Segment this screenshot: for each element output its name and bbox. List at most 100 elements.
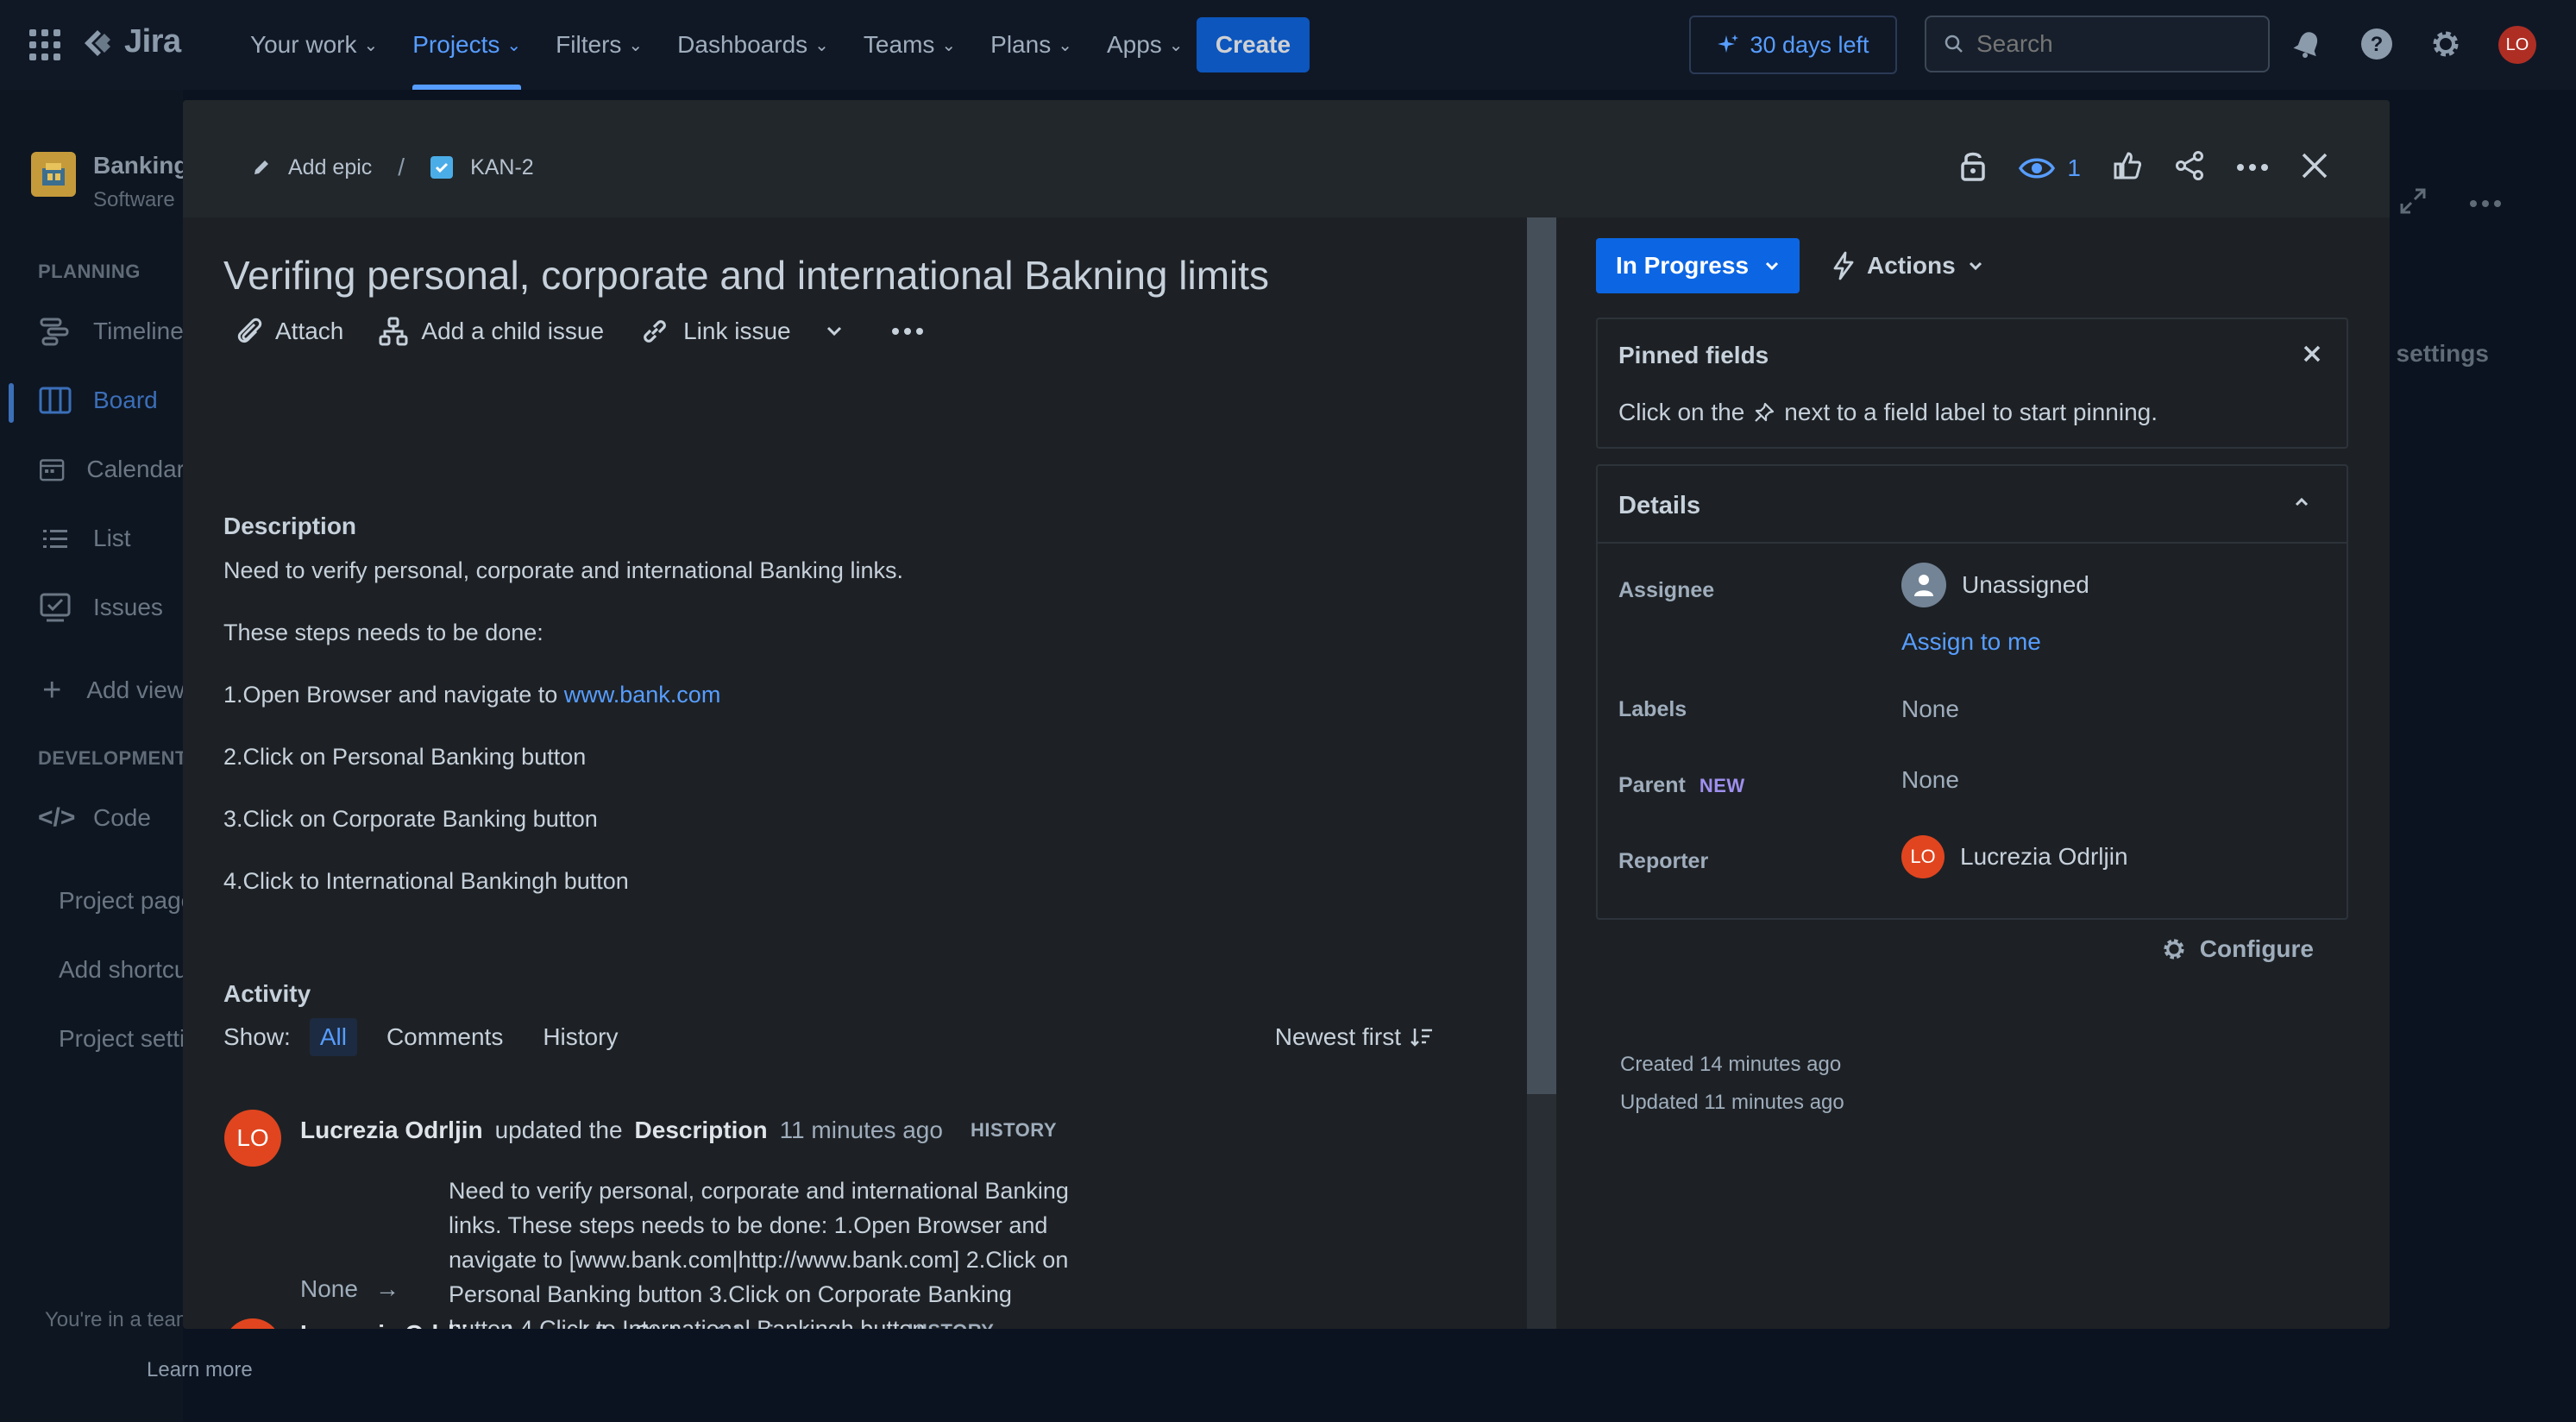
actions-dropdown[interactable]: Actions [1824,238,1992,293]
add-child-issue-button[interactable]: Add a child issue [366,304,616,359]
activity-user[interactable]: Lucrezia Odrljin [300,1320,483,1329]
sidebar-item-label: Project settings [59,1025,185,1052]
activity-entry-next: Lucrezia Odrljin changed the Status 14 m… [224,1315,1001,1329]
share-icon[interactable] [2174,150,2205,186]
activity-field: Description [634,1117,768,1143]
sidebar-item-list[interactable]: List [38,513,185,564]
chevron-down-icon [826,326,841,337]
board-more-icon[interactable] [2469,197,2502,212]
menu-label: Dashboards [677,31,808,58]
history-badge: HISTORY [908,1320,994,1329]
expand-icon[interactable] [2398,186,2428,220]
menu-dashboards[interactable]: Dashboards ⌄ [660,0,846,90]
create-button[interactable]: Create [1197,17,1310,72]
avatar[interactable] [224,1318,281,1329]
sidebar-item-project-settings[interactable]: Project settings [38,1013,185,1065]
filter-comments[interactable]: Comments [376,1018,513,1056]
jira-logo[interactable]: Jira [81,22,181,60]
close-modal-icon[interactable] [2300,151,2329,185]
activity-entry-header: Lucrezia Odrljin changed the Status 14 m… [300,1320,994,1329]
unassigned-avatar-icon [1901,563,1946,607]
link-icon [644,320,666,343]
labels-label: Labels [1618,697,1687,721]
project-sidebar: Banking Software PLANNING Timeline Board… [0,90,188,1422]
assignee-field[interactable]: Unassigned [1901,563,2089,607]
sidebar-item-label: Project pages [59,887,185,914]
menu-projects[interactable]: Projects ⌄ [395,0,538,90]
more-actions-icon[interactable] [2236,160,2269,176]
sidebar-item-project-pages[interactable]: Project pages [38,875,185,927]
watch-button[interactable]: 1 [2019,154,2081,182]
status-dropdown[interactable]: In Progress [1596,238,1800,293]
user-avatar[interactable]: LO [2498,26,2536,64]
filter-all[interactable]: All [309,1018,357,1056]
sidebar-item-calendar[interactable]: Calendar [38,444,185,495]
task-type-icon[interactable] [430,156,454,179]
jira-logo-text: Jira [124,22,181,60]
toolbar-more-button[interactable] [879,304,936,359]
assign-to-me-link[interactable]: Assign to me [1901,628,2041,656]
parent-value[interactable]: None [1901,766,1959,794]
pin-icon [1755,402,1775,422]
project-header[interactable]: Banking Software [31,152,188,212]
search-box[interactable] [1925,16,2270,72]
menu-teams[interactable]: Teams ⌄ [846,0,973,90]
actions-label: Actions [1867,252,1956,279]
configure-button[interactable]: Configure [2160,935,2314,963]
pencil-icon [254,160,268,174]
app-switcher-icon[interactable] [29,29,60,60]
lock-icon[interactable] [1958,148,1988,187]
learn-more-link[interactable]: Learn more [147,1358,253,1382]
scrollbar-thumb[interactable] [1527,217,1556,1094]
modal-header: Add epic / KAN-2 1 [183,100,2390,217]
issues-icon [40,593,71,622]
chevron-down-icon: ⌄ [1168,35,1184,55]
activity-user[interactable]: Lucrezia Odrljin [300,1117,483,1144]
child-issue-icon [379,317,408,346]
notifications-icon[interactable] [2288,24,2328,64]
sidebar-item-issues[interactable]: Issues [38,582,185,633]
development-heading: DEVELOPMENT [38,747,187,769]
planning-heading: PLANNING [38,261,141,282]
plus-icon: + [42,671,62,708]
sidebar-item-timeline[interactable]: Timeline [38,305,185,357]
menu-filters[interactable]: Filters ⌄ [538,0,660,90]
sidebar-item-add-view[interactable]: + Add view [38,664,185,716]
timeline-icon [40,318,69,346]
link-dropdown-button[interactable] [814,304,855,359]
sidebar-item-board[interactable]: Board [38,374,185,426]
filter-history[interactable]: History [532,1018,628,1056]
issue-side-pane: In Progress Actions Pinned fields Click … [1556,217,2390,1329]
bank-link[interactable]: www.bank.com [564,682,721,708]
sidebar-item-add-shortcut[interactable]: Add shortcut [38,944,185,996]
help-icon[interactable]: ? [2357,24,2397,64]
activity-action: changed the Status [495,1320,703,1329]
trial-button[interactable]: 30 days left [1689,16,1897,74]
chevron-up-icon[interactable] [2293,495,2310,512]
attach-button[interactable]: Attach [223,304,355,359]
reporter-field[interactable]: LO Lucrezia Odrljin [1901,835,2128,878]
calendar-icon [40,459,65,481]
issue-title[interactable]: Verifing personal, corporate and interna… [223,252,1269,299]
sidebar-item-code[interactable]: </> Code [38,792,185,844]
issue-key-link[interactable]: KAN-2 [470,155,534,180]
close-icon[interactable] [2296,338,2328,369]
like-icon[interactable] [2112,150,2143,186]
labels-value[interactable]: None [1901,695,1959,723]
details-header[interactable]: Details [1598,466,2347,544]
link-issue-button[interactable]: Link issue [626,304,803,359]
menu-plans[interactable]: Plans ⌄ [973,0,1090,90]
chevron-down-icon: ⌄ [1058,35,1072,55]
settings-gear-icon[interactable] [2426,24,2466,64]
search-input[interactable] [1976,30,2252,58]
menu-apps[interactable]: Apps ⌄ [1090,0,1201,90]
reporter-value: Lucrezia Odrljin [1960,843,2128,870]
arrow-right-icon: → [374,1275,399,1302]
avatar[interactable]: LO [224,1110,281,1167]
sort-button[interactable]: Newest first [1275,1023,1434,1051]
activity-entry-header: Lucrezia Odrljin updated the Description… [300,1117,1057,1144]
watch-count: 1 [2067,154,2081,181]
add-epic-link[interactable]: Add epic [288,155,372,180]
menu-your-work[interactable]: Your work ⌄ [233,0,395,90]
project-avatar-icon [31,152,76,197]
